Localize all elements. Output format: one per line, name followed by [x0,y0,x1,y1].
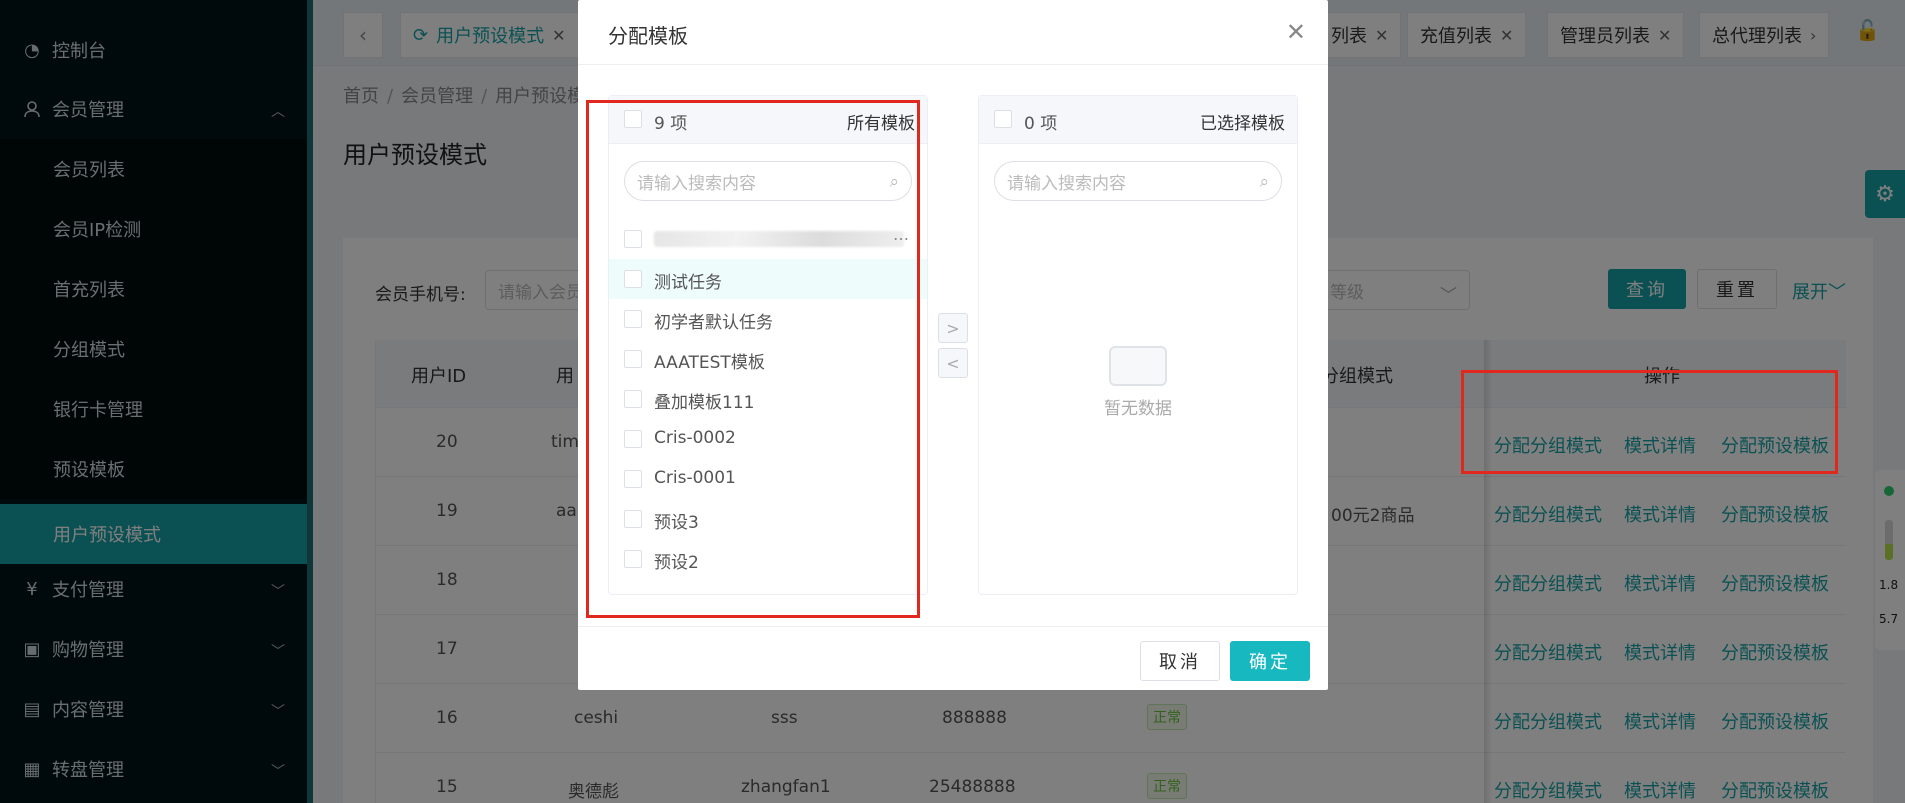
confirm-button[interactable]: 确定 [1230,641,1310,681]
chevron-left-icon: < [946,353,960,373]
empty-state: 暂无数据 [979,346,1297,419]
search-icon: ⌕ [1259,172,1269,192]
annotation-box-left-panel [586,100,920,618]
move-left-button[interactable]: < [938,348,968,378]
search-input[interactable]: 请输入搜索内容 ⌕ [994,161,1282,201]
panel-title: 已选择模板 [1200,114,1285,134]
panel-header: 0 项 已选择模板 [979,96,1297,144]
empty-box-icon [1109,346,1167,386]
empty-text: 暂无数据 [1104,399,1172,419]
chevron-right-icon: > [946,318,960,338]
dialog-title: 分配模板 [608,24,688,48]
dialog-divider [578,64,1328,65]
panel-count: 0 项 [1024,114,1058,134]
cancel-button[interactable]: 取消 [1140,641,1220,681]
dialog-footer-divider [578,626,1328,627]
select-all-checkbox[interactable] [994,110,1012,128]
move-right-button[interactable]: > [938,313,968,343]
annotation-box-operations [1461,370,1838,474]
transfer-panel-right: 0 项 已选择模板 请输入搜索内容 ⌕ 暂无数据 [978,95,1298,595]
close-icon[interactable]: ✕ [1286,18,1306,46]
